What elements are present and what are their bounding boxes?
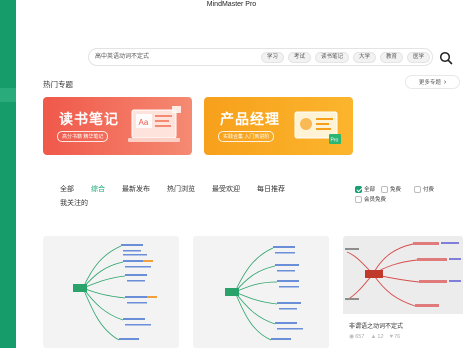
template-card[interactable]: 非谓语之动词不定式 ◉ 657 ▲ 12 ♥ 76 xyxy=(343,236,463,348)
banner-reading-notes[interactable]: 读书笔记 高分书籍 精华笔记 Aa xyxy=(43,97,192,155)
mindmap-thumbnail xyxy=(225,246,303,341)
template-card[interactable] xyxy=(193,236,329,348)
banner-title: 产品经理 xyxy=(220,111,280,127)
card-stats: ◉ 657 ▲ 12 ♥ 76 xyxy=(349,333,401,341)
search-tag[interactable]: 学习 xyxy=(260,52,284,63)
checkbox-checked-icon xyxy=(355,185,362,193)
filter-tab[interactable]: 每日推荐 xyxy=(257,184,285,194)
search-tag[interactable]: 考试 xyxy=(287,52,311,63)
laptop-illustration-icon: Aa xyxy=(128,106,181,142)
filter-tab-active[interactable]: 综合 xyxy=(91,184,105,194)
filter-tab[interactable]: 热门浏览 xyxy=(167,184,195,194)
checkbox-empty-icon xyxy=(381,185,388,193)
thumbs-up-icon: ▲ xyxy=(370,333,377,340)
checkbox-all[interactable]: 全部 xyxy=(355,185,375,193)
mindmap-thumbnail xyxy=(343,236,463,314)
filter-tab[interactable]: 最新发布 xyxy=(122,184,150,194)
search-tag[interactable]: 读书笔记 xyxy=(314,52,349,63)
checkbox-empty-icon xyxy=(414,185,421,193)
filter-tab-following[interactable]: 我关注的 xyxy=(60,198,88,208)
checkbox-paid[interactable]: 付费 xyxy=(414,185,434,193)
banner-title: 读书笔记 xyxy=(59,111,119,127)
template-card[interactable] xyxy=(43,236,179,348)
mindmap-thumbnail xyxy=(73,244,157,341)
filter-tab[interactable]: 全部 xyxy=(60,184,74,194)
banner-subtitle: 实践合集 入门到进阶 xyxy=(218,131,275,142)
left-sidebar xyxy=(0,0,16,348)
banner-product-manager[interactable]: 产品经理 实践合集 入门到进阶 Pro xyxy=(204,97,353,155)
search-bar: 学习 考试 读书笔记 大学 教育 医学 xyxy=(88,48,433,66)
card-title: 非谓语之动词不定式 xyxy=(349,324,404,330)
filter-tab[interactable]: 最受欢迎 xyxy=(212,184,240,194)
sidebar-active-tab[interactable] xyxy=(0,88,16,102)
more-topics-label: 更多专题 xyxy=(418,80,441,86)
filter-tabs: 全部 综合 最新发布 热门浏览 最受欢迎 每日推荐 xyxy=(60,184,285,194)
more-topics-button[interactable]: 更多专题 › xyxy=(405,75,460,89)
presentation-illustration-icon: Pro xyxy=(294,111,341,144)
search-tags: 学习 考试 读书笔记 大学 教育 医学 xyxy=(260,52,430,63)
search-icon[interactable] xyxy=(439,51,453,65)
search-tag[interactable]: 医学 xyxy=(406,52,430,63)
chevron-right-icon: › xyxy=(443,78,447,86)
search-input[interactable] xyxy=(95,49,265,65)
favorites-count: 76 xyxy=(394,333,401,340)
heart-icon: ♥ xyxy=(389,333,394,340)
views-count: 657 xyxy=(355,333,365,340)
likes-count: 12 xyxy=(377,333,384,340)
eye-icon: ◉ xyxy=(349,334,355,340)
checkbox-member-free[interactable]: 会员免费 xyxy=(355,195,386,203)
app-title: MindMaster Pro xyxy=(206,1,257,8)
checkbox-empty-icon xyxy=(355,195,362,203)
svg-text:Pro: Pro xyxy=(331,138,339,144)
banner-subtitle: 高分书籍 精华笔记 xyxy=(57,131,109,142)
svg-text:Aa: Aa xyxy=(139,118,149,127)
search-tag[interactable]: 大学 xyxy=(352,52,376,63)
search-tag[interactable]: 教育 xyxy=(379,52,403,63)
section-title-hot: 热门专题 xyxy=(43,80,73,89)
checkbox-free[interactable]: 免费 xyxy=(381,185,401,193)
